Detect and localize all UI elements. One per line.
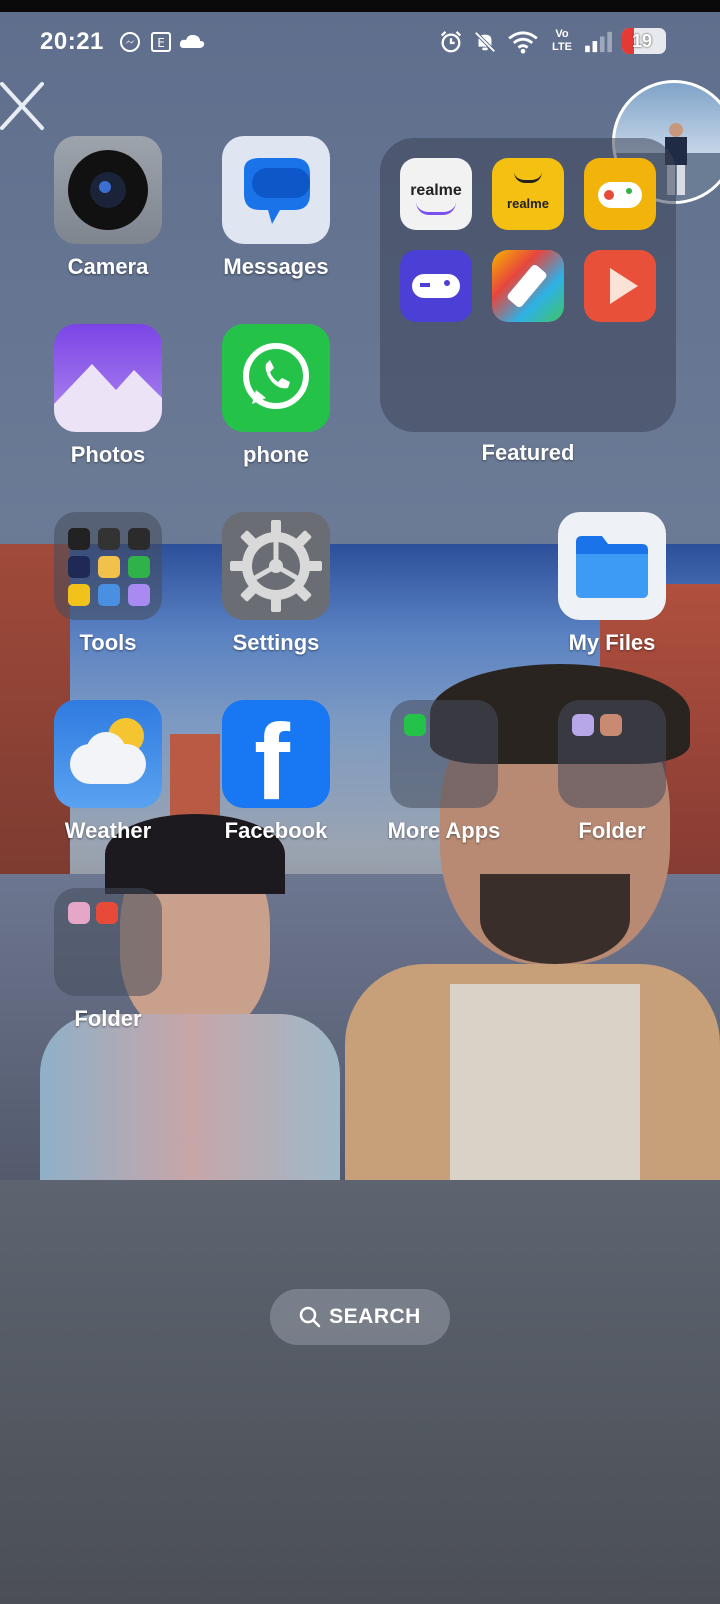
cloud-icon: [179, 34, 205, 48]
app-settings[interactable]: Settings: [206, 512, 346, 656]
realme-label: realme: [410, 182, 462, 199]
photos-icon: [54, 324, 162, 432]
search-icon: [299, 1306, 321, 1328]
tools-folder[interactable]: Tools: [38, 512, 178, 656]
featured-label: Featured: [481, 440, 575, 465]
folder-icon: [558, 512, 666, 620]
app-camera[interactable]: Camera: [38, 136, 178, 280]
more-apps-folder-icon: [390, 700, 498, 808]
document-icon: E: [151, 32, 171, 52]
status-bar-strip: [0, 0, 720, 12]
realme-store-icon[interactable]: realme: [492, 158, 564, 230]
gamepad-icon[interactable]: [400, 250, 472, 322]
app-phone[interactable]: phone: [206, 324, 346, 468]
alarm-icon: [440, 31, 462, 53]
video-player-icon[interactable]: [584, 250, 656, 322]
game-center-icon[interactable]: [584, 158, 656, 230]
app-messages[interactable]: Messages: [206, 136, 346, 280]
messenger-icon: [120, 32, 140, 52]
app-label: phone: [243, 442, 309, 467]
app-label: Folder: [578, 818, 646, 843]
app-label: Folder: [74, 1006, 142, 1031]
clock: 20:21: [40, 28, 104, 55]
app-photos[interactable]: Photos: [38, 324, 178, 468]
close-icon[interactable]: [0, 78, 44, 134]
app-label: Tools: [79, 630, 137, 655]
gear-icon: [222, 512, 330, 620]
app-label: Camera: [67, 254, 149, 279]
status-bar: 20:21 E Vo LTE 19: [0, 12, 720, 72]
app-weather[interactable]: Weather: [38, 700, 178, 844]
facebook-icon: f: [222, 700, 330, 808]
app-my-files[interactable]: My Files: [542, 512, 682, 656]
app-label: Messages: [223, 254, 329, 279]
app-label: Settings: [232, 630, 320, 655]
folder-1[interactable]: Folder: [542, 700, 682, 844]
featured-folder[interactable]: realme realme: [380, 138, 676, 432]
search-button[interactable]: SEARCH: [270, 1289, 450, 1345]
realme-app-icon[interactable]: realme: [400, 158, 472, 230]
signal-icon: [585, 31, 612, 53]
tools-folder-icon: [54, 512, 162, 620]
folder-2[interactable]: Folder: [38, 888, 178, 1032]
weather-icon: [54, 700, 162, 808]
app-facebook[interactable]: f Facebook: [206, 700, 346, 844]
messages-icon: [222, 136, 330, 244]
camera-icon: [54, 136, 162, 244]
app-label: Weather: [64, 818, 152, 843]
wifi-icon: [508, 31, 538, 54]
whatsapp-icon: [222, 324, 330, 432]
app-label: Photos: [70, 442, 146, 467]
folder-1-icon: [558, 700, 666, 808]
realme-store-label: realme: [507, 196, 549, 211]
battery-icon: 19: [622, 28, 666, 54]
search-label: SEARCH: [329, 1305, 421, 1328]
battery-level: 19: [631, 31, 653, 51]
app-label: Facebook: [224, 818, 328, 843]
app-label: My Files: [568, 630, 656, 655]
mute-bell-icon: [474, 31, 496, 53]
theme-store-icon[interactable]: [492, 250, 564, 322]
network-type: Vo LTE: [552, 28, 572, 53]
folder-2-icon: [54, 888, 162, 996]
more-apps-folder[interactable]: More Apps: [374, 700, 514, 844]
svg-text:E: E: [157, 36, 165, 50]
app-label: More Apps: [387, 818, 501, 843]
